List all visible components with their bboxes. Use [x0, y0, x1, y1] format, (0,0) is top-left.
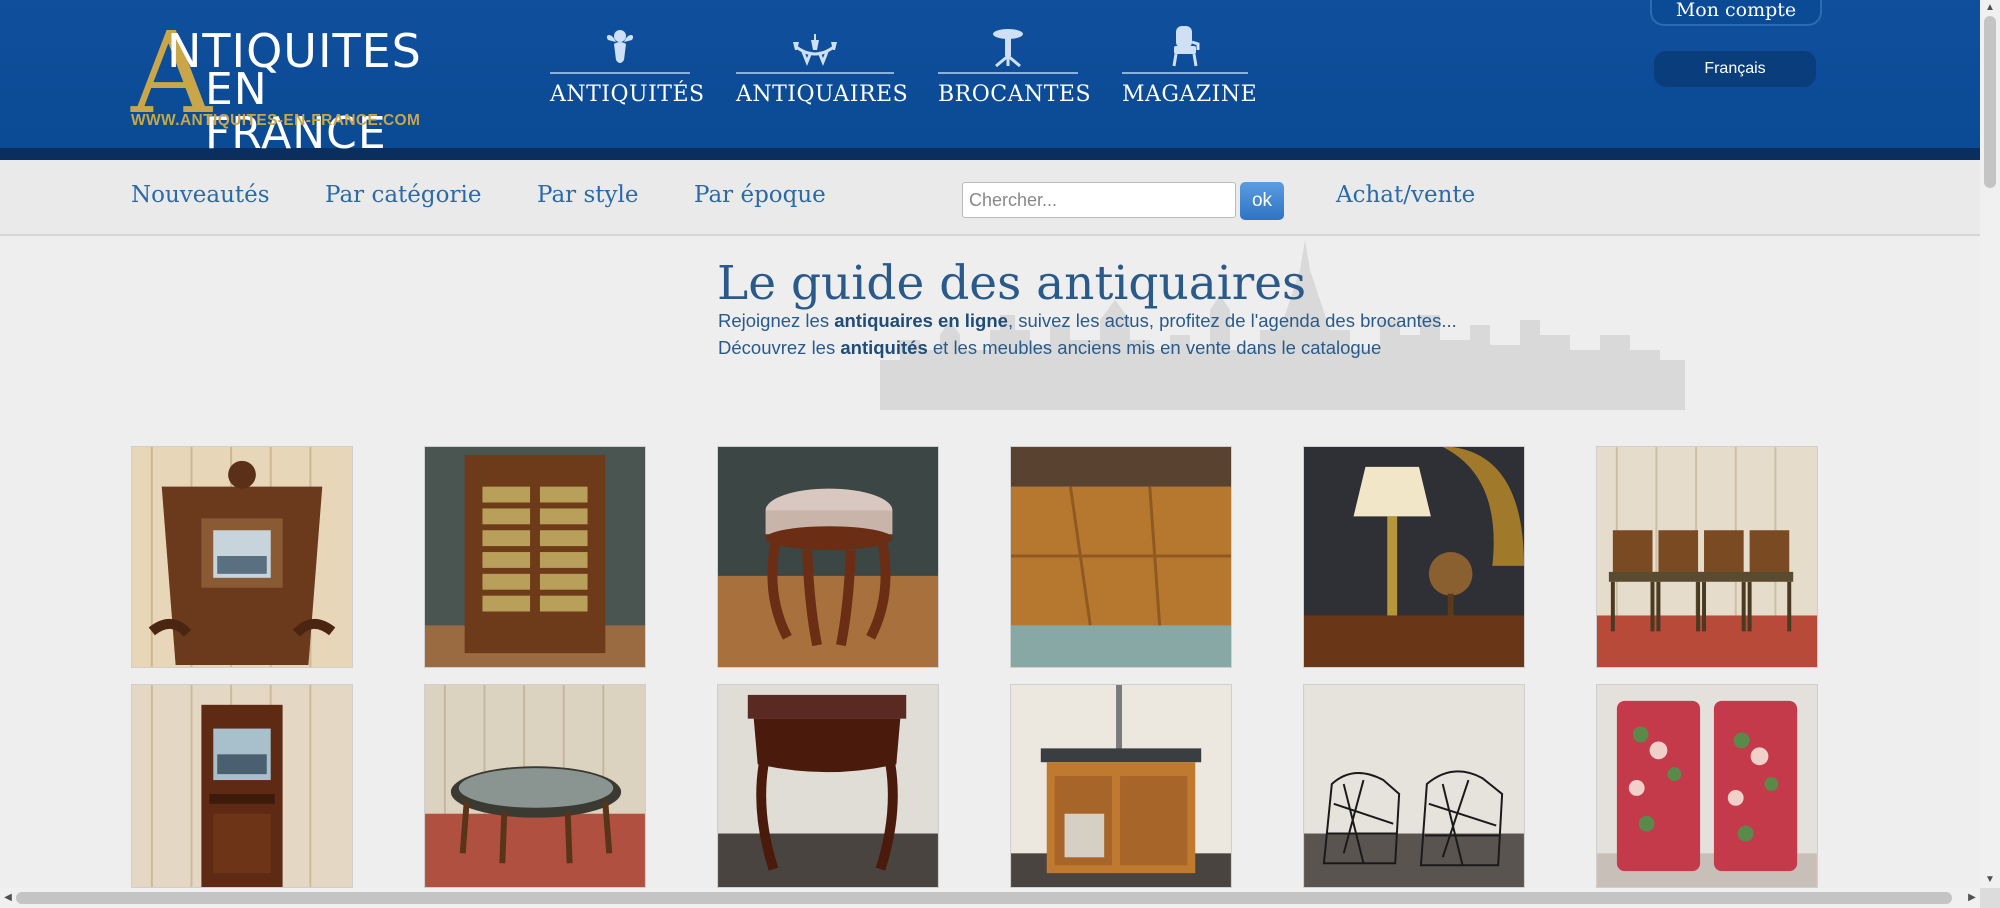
cherub-icon — [550, 22, 690, 68]
subnav-par-style[interactable]: Par style — [537, 182, 638, 208]
intro-link-antiquaires[interactable]: antiquaires en ligne — [834, 310, 1008, 331]
table-lamp-and-globe-photo — [1304, 447, 1524, 667]
oval-coffee-table-photo — [425, 685, 645, 887]
nav-label: ANTIQUITÉS — [550, 82, 705, 107]
armchair-icon — [1122, 22, 1248, 68]
product-thumbnail[interactable] — [717, 446, 939, 668]
secondary-nav: Nouveautés Par catégorie Par style Par é… — [0, 160, 1980, 236]
product-thumbnail[interactable] — [1596, 684, 1818, 888]
chest-of-drawers-photo — [425, 447, 645, 667]
horizontal-scroll-thumb[interactable] — [16, 892, 1952, 904]
wire-armchairs-photo — [1304, 685, 1524, 887]
nav-label: ANTIQUAIRES — [736, 82, 909, 107]
logo-url: WWW.ANTIQUITES-EN-FRANCE.COM — [131, 112, 421, 129]
subnav-par-categorie[interactable]: Par catégorie — [325, 182, 481, 208]
nav-rule — [736, 72, 894, 74]
product-thumbnail[interactable] — [424, 684, 646, 888]
intro-text: et les meubles anciens mis en vente dans… — [927, 337, 1382, 358]
product-thumbnail[interactable] — [424, 446, 646, 668]
subnav-par-epoque[interactable]: Par époque — [694, 182, 826, 208]
nav-rule — [550, 72, 690, 74]
site-header: A NTIQUITES EN FRANCE WWW.ANTIQUITES-EN-… — [0, 0, 1980, 160]
product-thumbnail[interactable] — [1010, 684, 1232, 888]
nav-rule — [1122, 72, 1248, 74]
marble-console-photo — [718, 685, 938, 887]
nav-antiquaires[interactable]: ANTIQUAIRES — [736, 22, 909, 112]
nav-magazine[interactable]: MAGAZINE — [1122, 22, 1258, 112]
language-selector[interactable]: Français — [1654, 51, 1816, 87]
nav-antiquites[interactable]: ANTIQUITÉS — [550, 22, 705, 112]
scroll-left-arrow-icon[interactable]: ◀ — [0, 888, 16, 908]
subnav-nouveautes[interactable]: Nouveautés — [131, 182, 270, 208]
scroll-down-arrow-icon[interactable]: ▼ — [1980, 872, 2000, 888]
nav-rule — [938, 72, 1078, 74]
page-title: Le guide des antiquaires — [717, 256, 1307, 311]
subnav-achat-vente[interactable]: Achat/vente — [1336, 182, 1475, 208]
intro-text: Découvrez les — [718, 337, 841, 358]
intro-text: Rejoignez les — [718, 310, 835, 331]
vertical-scrollbar[interactable]: ▲ ▼ — [1980, 0, 2000, 888]
product-thumbnail[interactable] — [131, 684, 353, 888]
intro-link-antiquites[interactable]: antiquités — [840, 337, 927, 358]
pedestal-table-icon — [938, 22, 1078, 68]
product-thumbnail[interactable] — [717, 684, 939, 888]
round-stool-photo — [718, 447, 938, 667]
wooden-table-top-photo — [1011, 447, 1231, 667]
intro-line-1: Rejoignez les antiquaires en ligne, suiv… — [718, 310, 1457, 332]
search-ok-button[interactable]: ok — [1240, 182, 1284, 220]
product-thumbnail[interactable] — [131, 446, 353, 668]
intro-text: , suivez les actus, profitez de l'agenda… — [1007, 310, 1457, 331]
scrollbar-corner — [1980, 888, 2000, 908]
washstand-cabinet-photo — [1011, 685, 1231, 887]
nav-label: MAGAZINE — [1122, 82, 1258, 107]
hall-stand-photo — [132, 685, 352, 887]
nav-label: BROCANTES — [938, 82, 1092, 107]
horizontal-scrollbar[interactable]: ◀ ▶ — [0, 888, 1980, 908]
site-logo[interactable]: A NTIQUITES EN FRANCE WWW.ANTIQUITES-EN-… — [131, 18, 451, 156]
product-thumbnail[interactable] — [1303, 684, 1525, 888]
product-thumbnail[interactable] — [1596, 446, 1818, 668]
scroll-up-arrow-icon[interactable]: ▲ — [1980, 0, 2000, 16]
floral-armchairs-photo — [1597, 685, 1817, 887]
product-thumbnail[interactable] — [1010, 446, 1232, 668]
vertical-scroll-thumb[interactable] — [1984, 16, 1996, 188]
scroll-right-arrow-icon[interactable]: ▶ — [1964, 888, 1980, 908]
product-thumbnail[interactable] — [1303, 446, 1525, 668]
nav-brocantes[interactable]: BROCANTES — [938, 22, 1092, 112]
intro-line-2: Découvrez les antiquités et les meubles … — [718, 337, 1381, 359]
carved-wall-cabinet-photo — [132, 447, 352, 667]
my-account-button[interactable]: Mon compte — [1650, 0, 1822, 26]
chandelier-icon — [736, 22, 894, 68]
set-of-chairs-photo — [1597, 447, 1817, 667]
search-input[interactable] — [962, 182, 1236, 218]
